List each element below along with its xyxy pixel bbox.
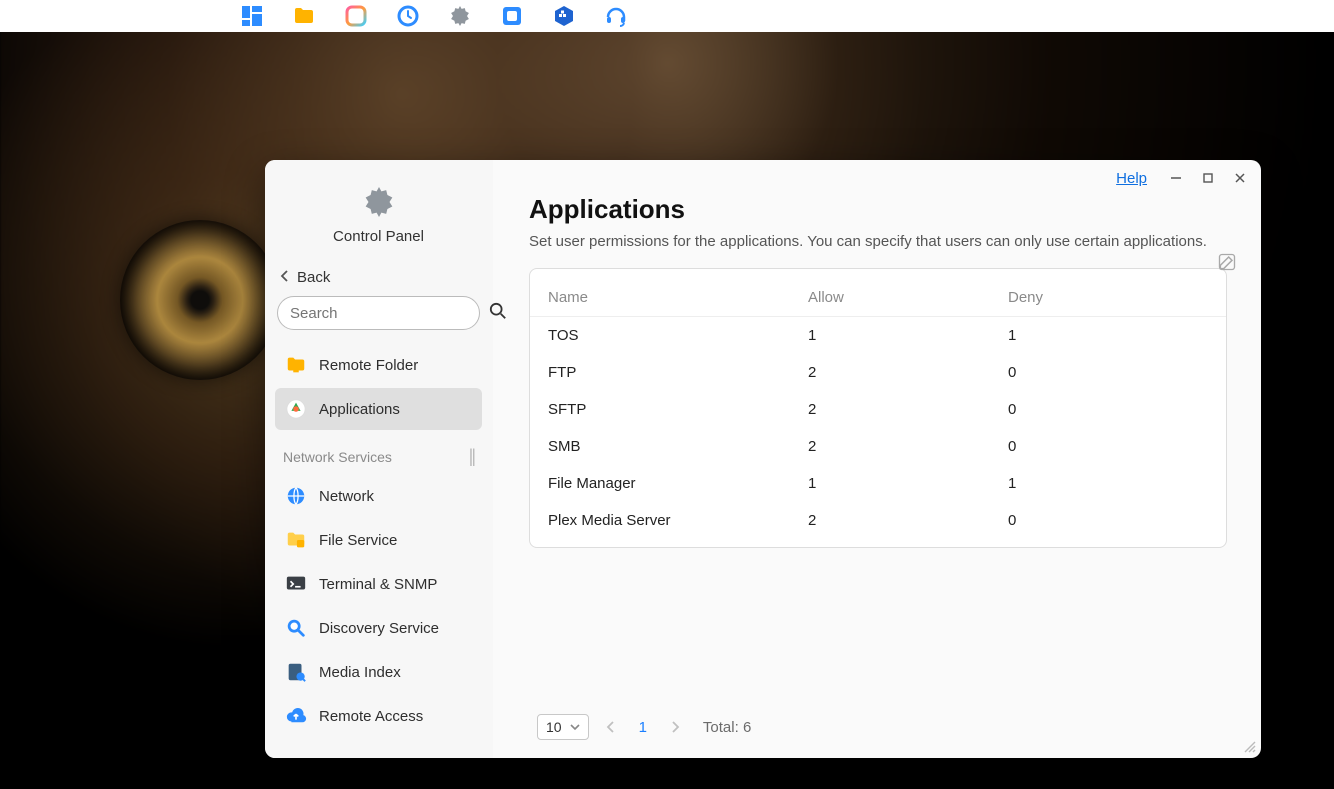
media-index-icon [285,661,307,683]
chevron-down-icon [570,719,580,735]
folder-share-icon [285,354,307,376]
cell-deny: 1 [1008,327,1208,344]
sidebar-item-remote-folder[interactable]: Remote Folder [275,344,482,386]
cell-allow: 2 [808,512,1008,529]
desktop-background-detail [120,220,280,380]
sidebar-item-label: Remote Access [319,708,423,725]
sidebar-item-label: File Service [319,532,397,549]
chevron-left-icon [279,269,291,286]
sidebar-item-label: Discovery Service [319,620,439,637]
sidebar-header: Control Panel [265,184,492,245]
cell-name: SMB [548,438,808,455]
sidebar-item-label: Network [319,488,374,505]
edit-button[interactable] [1217,252,1237,277]
apps-icon [285,398,307,420]
page-prev-button[interactable] [599,715,623,739]
search-input[interactable] [290,305,489,322]
sidebar-item-media-index[interactable]: Media Index [275,651,482,693]
app-icon[interactable] [500,4,524,28]
folder-icon[interactable] [292,4,316,28]
photo-icon[interactable] [344,4,368,28]
cell-deny: 0 [1008,401,1208,418]
cell-deny: 0 [1008,364,1208,381]
applications-table: Name Allow Deny TOS11FTP20SFTP20SMB20Fil… [529,268,1227,548]
table-row[interactable]: TOS11 [530,317,1226,354]
cell-name: File Manager [548,475,808,492]
cell-allow: 1 [808,475,1008,492]
page-size-value: 10 [546,719,562,735]
sidebar-title: Control Panel [265,228,492,245]
back-label: Back [297,269,330,286]
resize-grip[interactable] [1241,738,1257,754]
page-description: Set user permissions for the application… [529,233,1227,250]
cell-deny: 0 [1008,438,1208,455]
col-allow: Allow [808,289,1008,306]
globe-icon [285,485,307,507]
files-icon [285,529,307,551]
cloud-icon [285,705,307,727]
sidebar-item-file-service[interactable]: File Service [275,519,482,561]
back-button[interactable]: Back [265,259,492,296]
sidebar-item-label: Applications [319,401,400,418]
terminal-icon [285,573,307,595]
cell-deny: 1 [1008,475,1208,492]
table-row[interactable]: File Manager11 [530,465,1226,502]
cell-name: SFTP [548,401,808,418]
sidebar-item-discovery-service[interactable]: Discovery Service [275,607,482,649]
cell-allow: 1 [808,327,1008,344]
cell-allow: 2 [808,401,1008,418]
col-deny: Deny [1008,289,1208,306]
cell-name: TOS [548,327,808,344]
section-handle-icon: || [469,446,474,467]
table-row[interactable]: SMB20 [530,428,1226,465]
sidebar-item-applications[interactable]: Applications [275,388,482,430]
sidebar: Control Panel Back Remote Folder Applica… [265,160,493,758]
magnify-icon [285,617,307,639]
cell-allow: 2 [808,438,1008,455]
taskbar [0,0,1334,32]
table-header: Name Allow Deny [530,279,1226,317]
sidebar-item-label: Media Index [319,664,401,681]
sidebar-item-label: Terminal & SNMP [319,576,437,593]
sidebar-section-network-services: Network Services || [271,432,486,473]
col-name: Name [548,289,808,306]
sidebar-item-network[interactable]: Network [275,475,482,517]
cell-deny: 0 [1008,512,1208,529]
main-content: Applications Set user permissions for th… [493,160,1261,758]
section-label: Network Services [283,449,392,465]
page-title: Applications [529,194,1227,225]
table-row[interactable]: Plex Media Server20 [530,502,1226,539]
headset-icon[interactable] [604,4,628,28]
table-row[interactable]: FTP20 [530,354,1226,391]
sidebar-nav: Remote Folder Applications Network Servi… [265,340,492,758]
clock-icon[interactable] [396,4,420,28]
settings-icon[interactable] [448,4,472,28]
total-label: Total: 6 [703,719,751,736]
cell-allow: 2 [808,364,1008,381]
dashboard-icon[interactable] [240,4,264,28]
sidebar-item-label: Remote Folder [319,357,418,374]
control-panel-gear-icon [361,184,397,220]
page-number[interactable]: 1 [639,719,647,736]
sidebar-item-remote-access[interactable]: Remote Access [275,695,482,737]
pagination: 10 1 Total: 6 [529,700,1227,742]
cell-name: FTP [548,364,808,381]
table-row[interactable]: SFTP20 [530,391,1226,428]
cell-name: Plex Media Server [548,512,808,529]
page-next-button[interactable] [663,715,687,739]
docker-icon[interactable] [552,4,576,28]
sidebar-item-terminal-snmp[interactable]: Terminal & SNMP [275,563,482,605]
search-box[interactable] [277,296,480,330]
page-size-select[interactable]: 10 [537,714,589,740]
control-panel-window: Help Control Panel Back Remote Folder [265,160,1261,758]
